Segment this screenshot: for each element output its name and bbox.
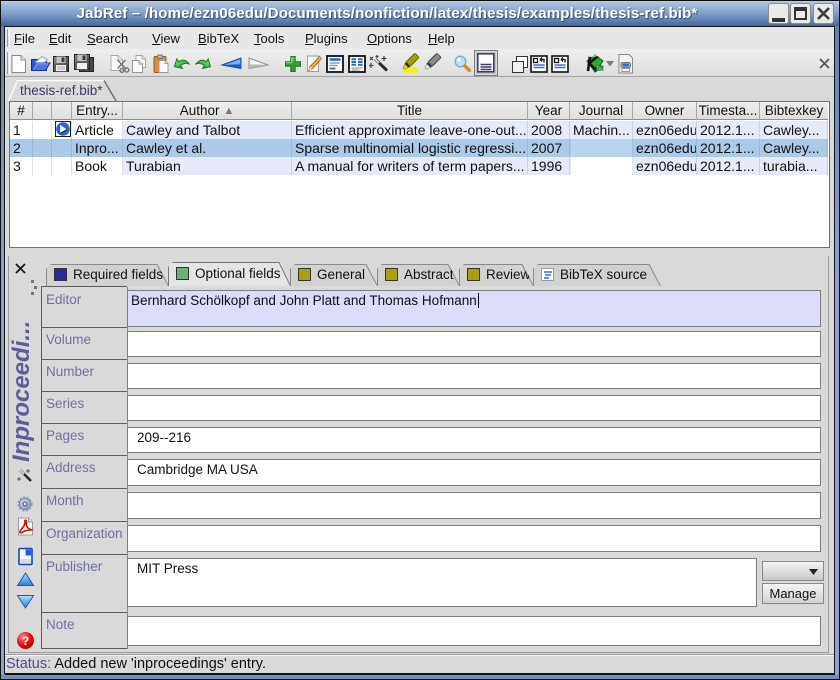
svg-text:TeX: TeX	[596, 66, 606, 72]
svg-text:?: ?	[22, 634, 29, 648]
